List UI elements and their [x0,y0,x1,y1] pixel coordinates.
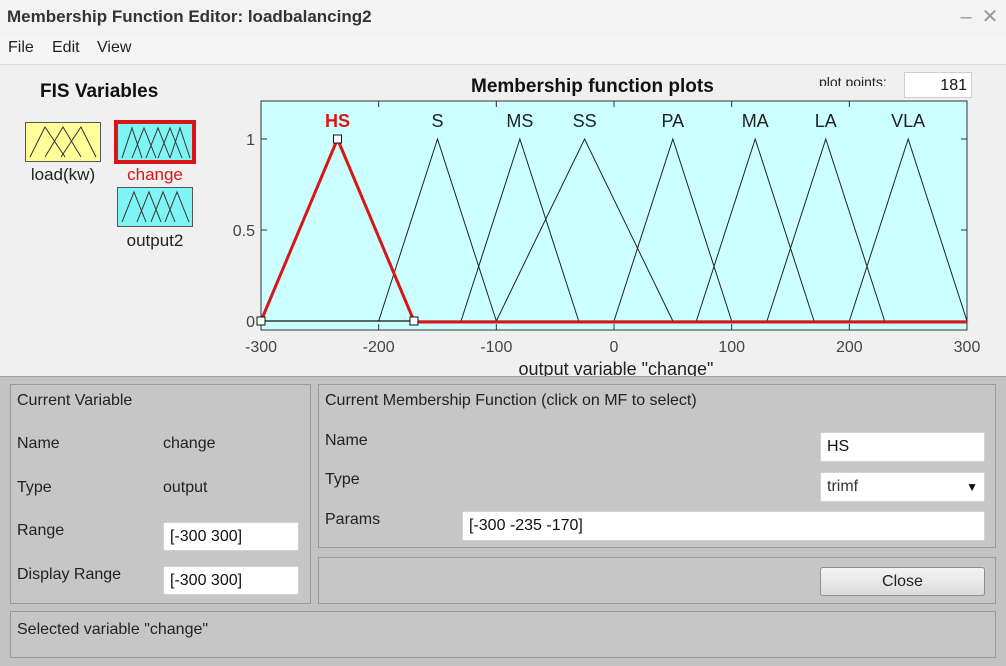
current-mf-title: Current Membership Function (click on MF… [325,392,697,409]
mf-params-label: Params [325,511,381,528]
x-axis-label: output variable "change" [519,359,714,376]
mf-label-s: S [431,111,443,131]
variable-name-label: Name [17,435,60,452]
variable-type-label: Type [17,479,52,496]
mf-label-ss: SS [573,111,597,131]
x-tick-label: -200 [363,339,395,356]
close-button[interactable]: Close [820,567,985,596]
mf-label-ms: MS [506,111,533,131]
dropdown-arrow-icon: ▼ [966,480,978,494]
mf-label-ma: MA [742,111,769,131]
mf-label-vla: VLA [891,111,925,131]
mf-type-select[interactable]: trimf ▼ [820,472,985,502]
mf-vertex-handle [332,134,342,144]
range-label: Range [17,522,65,539]
mf-name-input[interactable]: HS [820,432,985,462]
mf-label-la: LA [815,111,837,131]
status-text: Selected variable "change" [17,621,209,638]
membership-function-plot[interactable]: -300 -200 -100 0 100 200 300 0 0.5 1 output variab… [0,0,1006,376]
mf-vertex-handle [409,316,419,326]
variable-type-value: output [163,479,208,496]
y-tick-label: 0.5 [233,223,255,240]
range-input[interactable]: [-300 300] [163,522,299,551]
x-tick-label: 0 [610,339,619,356]
mf-label-hs: HS [325,111,350,131]
x-tick-label: -100 [480,339,512,356]
mf-type-label: Type [325,471,360,488]
mf-type-value: trimf [827,478,859,495]
variable-name-value: change [163,435,216,452]
x-tick-label: -300 [245,339,277,356]
x-tick-label: 200 [836,339,863,356]
y-tick-label: 0 [246,314,255,331]
plot-area [260,100,968,331]
x-tick-label: 300 [954,339,981,356]
x-tick-label: 100 [718,339,745,356]
display-range-input[interactable]: [-300 300] [163,566,299,595]
y-tick-label: 1 [246,132,255,149]
mf-name-label: Name [325,432,368,449]
display-range-label: Display Range [17,566,122,583]
mf-params-input[interactable]: [-300 -235 -170] [462,511,985,541]
current-variable-title: Current Variable [17,392,133,409]
mf-label-pa: PA [661,111,684,131]
mf-vertex-handle [256,316,266,326]
